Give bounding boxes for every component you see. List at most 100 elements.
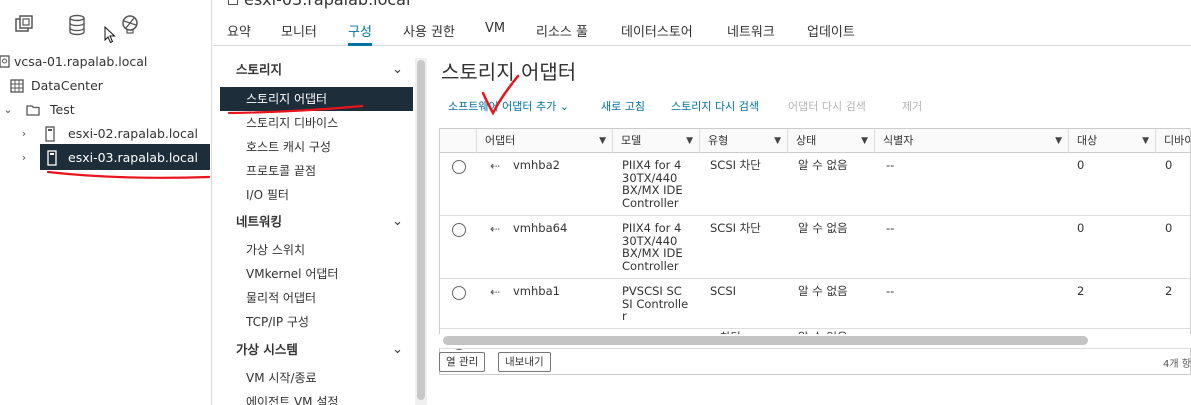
subnav-item-host-cache[interactable]: 호스트 캐시 구성 [220, 135, 413, 159]
adapter-icon: ⇠ [490, 222, 501, 236]
subnav-item-io-filters[interactable]: I/O 필터 [220, 183, 413, 207]
cell-type: SCSI 차단 [710, 221, 761, 235]
refresh-button[interactable]: 새로 고침 [601, 98, 645, 114]
row-select-radio[interactable] [452, 160, 466, 174]
subnav-scrollbar-thumb[interactable] [417, 60, 425, 400]
subnav-item-vm-startup[interactable]: VM 시작/종료 [220, 366, 413, 390]
section-storage[interactable]: 스토리지 ⌄ [220, 58, 413, 82]
column-header-model[interactable]: 모델 ▼ [612, 129, 699, 153]
subnav-item-label: 프로토콜 끝점 [246, 164, 317, 178]
host-icon [228, 0, 238, 5]
table-horizontal-scrollbar[interactable] [439, 334, 1191, 348]
filter-icon[interactable]: ▼ [774, 129, 781, 153]
tab-permissions[interactable]: 사용 권한 [403, 21, 455, 46]
subnav-item-protocol-endpoints[interactable]: 프로토콜 끝점 [220, 159, 413, 183]
column-label: 대상 [1077, 134, 1098, 147]
table-header: 어댑터 ▼ 모델 ▼ 유형 ▼ 상태 ▼ 식별자 ▼ 대상 ▼ 디바이 [440, 129, 1190, 153]
tab-updates[interactable]: 업데이트 [807, 21, 855, 46]
column-label: 식별자 [883, 134, 914, 147]
tab-configure[interactable]: 구성 [348, 21, 372, 46]
filter-icon[interactable]: ▼ [686, 129, 693, 153]
row-select-radio[interactable] [452, 286, 466, 300]
cell-targets: 0 [1077, 221, 1085, 235]
chevron-right-icon[interactable]: › [18, 146, 30, 170]
cell-identifier: -- [886, 221, 895, 235]
manage-columns-button[interactable]: 열 관리 [439, 352, 486, 372]
adapter-icon: ⇠ [490, 285, 501, 299]
remove-button[interactable]: 제거 [902, 98, 922, 114]
cell-type: SCSI [710, 284, 737, 298]
object-title-text: esxi-03.rapalab.local [244, 0, 410, 9]
subnav-item-virtual-switches[interactable]: 가상 스위치 [220, 238, 413, 262]
tab-summary[interactable]: 요약 [227, 21, 251, 46]
storage-icon[interactable] [65, 14, 89, 38]
storage-adapters-panel: 스토리지 어댑터 소프트웨어 어댑터 추가 ⌄ 새로 고침 스토리지 다시 검색… [428, 46, 1191, 405]
cell-adapter: vmhba64 [513, 221, 568, 235]
export-button[interactable]: 내보내기 [498, 352, 551, 372]
rescan-adapter-button[interactable]: 어댑터 다시 검색 [788, 98, 866, 114]
tree-item-datacenter[interactable]: DataCenter [0, 74, 212, 98]
section-networking[interactable]: 네트워킹 ⌄ [220, 210, 413, 234]
tree-item-label: Test [50, 102, 75, 117]
tab-vms[interactable]: VM [485, 21, 505, 46]
tab-monitor[interactable]: 모니터 [281, 21, 317, 46]
table-row[interactable]: ⇠ vmhba1 PVSCSI SC SI Controlle r SCSI 알… [440, 279, 1190, 329]
subnav-item-label: 물리적 어댑터 [246, 291, 317, 305]
subnav-item-label: 가상 스위치 [246, 243, 306, 257]
networking-icon[interactable] [118, 14, 142, 38]
column-header-devices[interactable]: 디바이 [1155, 129, 1190, 153]
cell-model: PIIX4 for 4 30TX/440 BX/MX IDE Controlle… [622, 159, 683, 209]
add-software-adapter-button[interactable]: 소프트웨어 어댑터 추가 ⌄ [448, 98, 569, 114]
subnav-item-label: 스토리지 디바이스 [246, 116, 339, 130]
model-line: Controller [622, 258, 679, 273]
subnav-item-physical-adapters[interactable]: 물리적 어댑터 [220, 286, 413, 310]
filter-icon[interactable]: ▼ [861, 129, 868, 153]
tree-item-esxi-02[interactable]: › esxi-02.rapalab.local [0, 122, 212, 146]
chevron-right-icon[interactable]: › [18, 122, 30, 146]
tree-item-esxi-03[interactable]: › esxi-03.rapalab.local [0, 144, 212, 170]
row-select-radio[interactable] [452, 223, 466, 237]
scrollbar-thumb[interactable] [443, 336, 1088, 345]
tree-item-label: esxi-02.rapalab.local [68, 126, 199, 141]
column-header-targets[interactable]: 대상 ▼ [1068, 129, 1155, 153]
column-header-adapter[interactable]: 어댑터 ▼ [476, 129, 612, 153]
subnav-item-storage-adapters[interactable]: 스토리지 어댑터 [220, 87, 413, 111]
cell-status: 알 수 없음 [798, 284, 848, 298]
cell-model: PIIX4 for 4 30TX/440 BX/MX IDE Controlle… [622, 222, 683, 272]
section-virtual-machines[interactable]: 가상 시스템 ⌄ [220, 338, 413, 362]
chevron-down-icon[interactable]: ⌄ [392, 58, 403, 82]
chevron-down-icon[interactable]: ⌄ [2, 98, 14, 122]
subnav-item-label: 호스트 캐시 구성 [246, 140, 331, 154]
table-row[interactable]: ⇠ vmhba64 PIIX4 for 4 30TX/440 BX/MX IDE… [440, 216, 1190, 279]
subnav-item-storage-devices[interactable]: 스토리지 디바이스 [220, 111, 413, 135]
rescan-storage-button[interactable]: 스토리지 다시 검색 [671, 98, 759, 114]
tab-networks[interactable]: 네트워크 [727, 21, 775, 46]
object-title: esxi-03.rapalab.local [228, 0, 410, 9]
chevron-down-icon[interactable]: ⌄ [392, 210, 403, 234]
table-row[interactable]: ⇠ vmhba2 PIIX4 for 4 30TX/440 BX/MX IDE … [440, 153, 1190, 216]
cell-model: PVSCSI SC SI Controlle r [622, 285, 688, 323]
column-header-type[interactable]: 유형 ▼ [699, 129, 787, 153]
tab-datastores[interactable]: 데이터스토어 [621, 21, 693, 46]
host-icon [44, 126, 58, 142]
cell-devices: 2 [1165, 284, 1173, 298]
column-header-identifier[interactable]: 식별자 ▼ [874, 129, 1068, 153]
cell-identifier: -- [886, 284, 895, 298]
model-line: r [622, 309, 627, 323]
tree-item-test-folder[interactable]: ⌄ Test [0, 98, 212, 122]
tree-item-vcenter[interactable]: vcsa-01.rapalab.local [0, 50, 212, 74]
tab-resource-pools[interactable]: 리소스 풀 [536, 21, 588, 46]
hosts-clusters-icon[interactable] [12, 14, 36, 38]
subnav-item-vmkernel-adapters[interactable]: VMkernel 어댑터 [220, 262, 413, 286]
chevron-down-icon[interactable]: ⌄ [392, 338, 403, 362]
column-header-status[interactable]: 상태 ▼ [787, 129, 874, 153]
inventory-navigator: vcsa-01.rapalab.local DataCenter ⌄ Test … [0, 0, 212, 405]
subnav-item-agent-vm[interactable]: 에이전트 VM 설정 [220, 390, 413, 405]
datacenter-icon [10, 78, 24, 94]
filter-icon[interactable]: ▼ [1142, 129, 1149, 153]
subnav-item-tcpip[interactable]: TCP/IP 구성 [220, 310, 413, 334]
subnav-item-label: 에이전트 VM 설정 [246, 395, 339, 405]
tree-item-label: DataCenter [31, 78, 103, 93]
filter-icon[interactable]: ▼ [599, 129, 606, 153]
filter-icon[interactable]: ▼ [1055, 129, 1062, 153]
